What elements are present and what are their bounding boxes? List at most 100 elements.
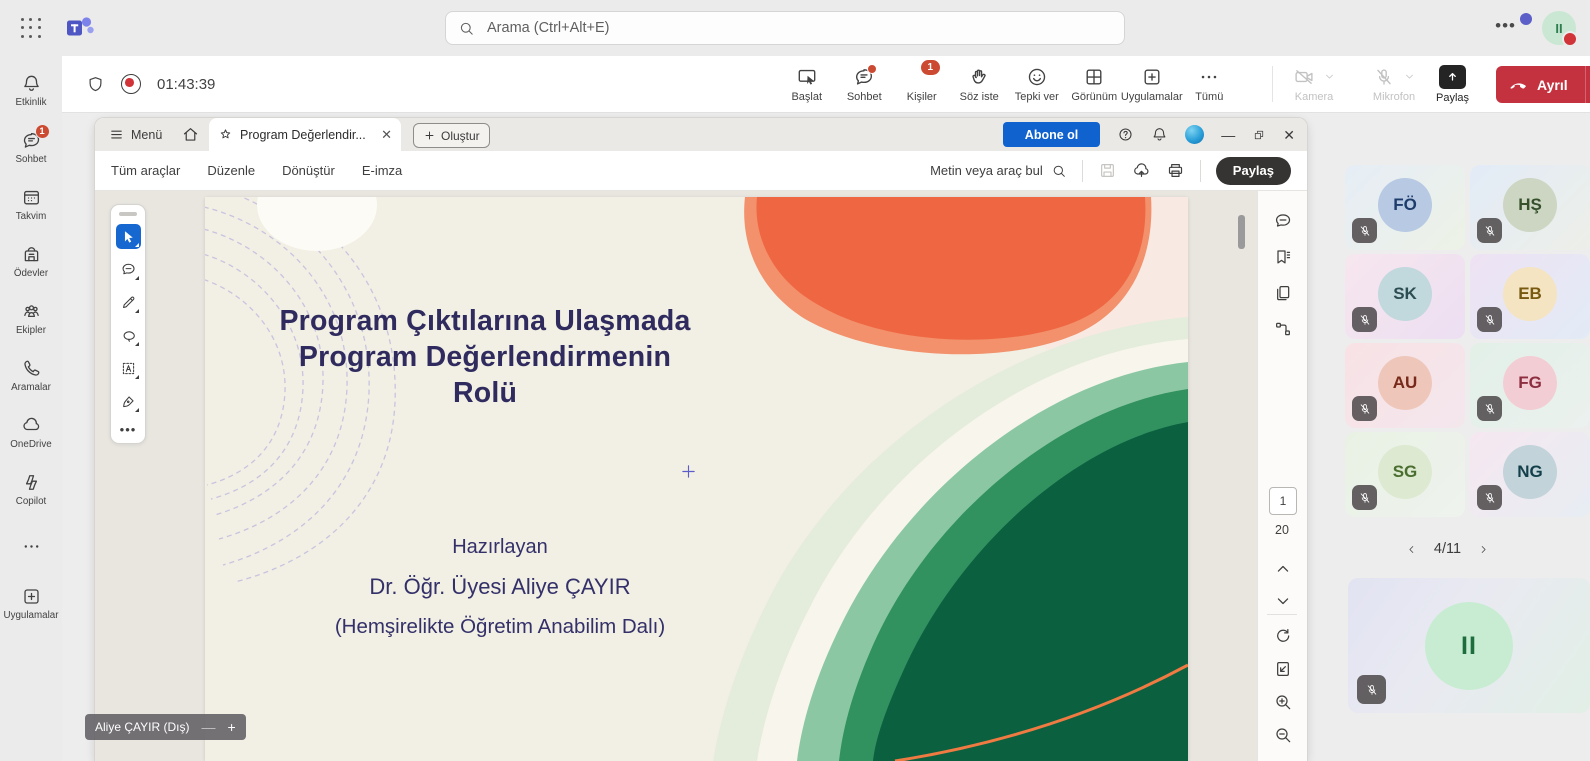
tab-close-icon[interactable]: ✕ — [381, 128, 392, 141]
mic-off-icon — [1358, 491, 1372, 505]
slide-byline-line: Dr. Öğr. Üyesi Aliye ÇAYIR — [225, 567, 775, 607]
share-zoom-out-button[interactable]: — — [201, 720, 215, 734]
text-select-tool-button[interactable] — [116, 356, 141, 381]
sidebar-item-uygulamalar[interactable]: Uygulamalar — [0, 575, 62, 632]
participant-tile-hş[interactable]: HŞ — [1470, 165, 1590, 250]
zoom-out-button[interactable] — [1273, 725, 1293, 745]
lasso-tool-button[interactable] — [116, 323, 141, 348]
pdf-account-avatar[interactable] — [1185, 125, 1204, 144]
share-zoom-in-button[interactable]: + — [227, 720, 235, 734]
share-screen-button[interactable]: Paylaş — [1436, 56, 1469, 112]
leave-button[interactable]: Ayrıl — [1496, 66, 1590, 103]
meeting-button-başlat[interactable]: Başlat — [778, 66, 836, 103]
pdf-menu-dönüştür[interactable]: Dönüştür — [282, 163, 335, 178]
meeting-button-label: Söz iste — [960, 91, 999, 103]
next-page-button[interactable] — [1273, 591, 1293, 611]
page-thumbnails-button[interactable] — [1273, 283, 1293, 303]
sidebar-item-takvim[interactable]: Takvim — [0, 176, 62, 233]
profile-avatar[interactable]: II — [1542, 11, 1576, 45]
select-tool-button[interactable] — [116, 224, 141, 249]
palette-drag-handle[interactable] — [119, 212, 137, 216]
participant-tile-ng[interactable]: NG — [1470, 432, 1590, 517]
pdf-app-window: Menü Program Değerlendir... ✕ Oluştur Ab… — [95, 118, 1307, 761]
sidebar-item-sohbet[interactable]: 1Sohbet — [0, 119, 62, 176]
window-close-button[interactable]: ✕ — [1283, 128, 1295, 142]
sidebar-item-aramalar[interactable]: Aramalar — [0, 347, 62, 404]
leave-options-chevron[interactable] — [1585, 66, 1590, 103]
sidebar-item-onedrive[interactable]: OneDrive — [0, 404, 62, 461]
subscribe-button[interactable]: Abone ol — [1003, 122, 1100, 147]
pdf-menu-e-imza[interactable]: E-imza — [362, 163, 402, 178]
phone-icon — [21, 358, 42, 379]
microphone-button[interactable]: Mikrofon — [1354, 56, 1434, 112]
sidebar-item-ödevler[interactable]: Ödevler — [0, 233, 62, 290]
comment-tool-button[interactable] — [116, 257, 141, 282]
previous-page-button[interactable] — [1273, 559, 1293, 579]
pdf-share-button[interactable]: Paylaş — [1216, 157, 1291, 185]
pdf-menu-tüm-araçlar[interactable]: Tüm araçlar — [111, 163, 180, 178]
pdf-document-tab[interactable]: Program Değerlendir... ✕ — [209, 118, 401, 151]
vertical-scrollbar-thumb[interactable] — [1238, 215, 1245, 249]
chevron-left-icon[interactable] — [1405, 543, 1418, 556]
participant-tile-au[interactable]: AU — [1345, 343, 1465, 428]
search-input[interactable] — [485, 19, 1112, 37]
pdf-create-button[interactable]: Oluştur — [413, 123, 490, 148]
notifications-bell-icon[interactable] — [1151, 126, 1168, 143]
palette-more-tools[interactable]: ••• — [120, 422, 137, 437]
star-icon[interactable] — [218, 127, 233, 142]
rail-divider — [1267, 614, 1297, 615]
meeting-button-tepki-ver[interactable]: Tepki ver — [1008, 66, 1066, 103]
pdf-home-button[interactable] — [181, 125, 200, 144]
sidebar-item-ekipler[interactable]: Ekipler — [0, 290, 62, 347]
meeting-button-söz-iste[interactable]: Söz iste — [951, 66, 1009, 103]
window-restore-button[interactable] — [1252, 128, 1266, 142]
mic-off-icon — [1358, 224, 1372, 238]
more-options-icon[interactable]: ••• — [1495, 17, 1516, 40]
slide-title: Program Çıktılarına UlaşmadaProgram Değe… — [225, 303, 745, 411]
fit-page-button[interactable] — [1273, 659, 1293, 679]
print-button[interactable] — [1166, 161, 1185, 180]
participant-tile-sk[interactable]: SK — [1345, 254, 1465, 339]
organize-pages-button[interactable] — [1273, 319, 1293, 339]
people-icon: 1 — [911, 66, 933, 88]
chevron-down-icon[interactable] — [1403, 70, 1416, 83]
save-button[interactable] — [1098, 161, 1117, 180]
participant-tile-fö[interactable]: FÖ — [1345, 165, 1465, 250]
page-number-input[interactable]: 1 — [1269, 487, 1297, 515]
app-launcher-waffle-icon[interactable] — [20, 17, 42, 39]
meeting-button-uygulamalar[interactable]: Uygulamalar — [1123, 66, 1181, 103]
teams-meeting-screen: ••• II 01:43:39 BaşlatSohbet1KişilerSöz … — [0, 0, 1590, 761]
pen-tool-button[interactable] — [116, 290, 141, 315]
chevron-right-icon[interactable] — [1477, 543, 1490, 556]
recording-icon — [121, 74, 141, 94]
spotlight-participant-tile[interactable]: II — [1348, 578, 1590, 713]
chevron-down-icon[interactable] — [1323, 70, 1336, 83]
camera-button[interactable]: Kamera — [1274, 56, 1354, 112]
avatar: FG — [1503, 356, 1557, 410]
meeting-button-sohbet[interactable]: Sohbet — [836, 66, 894, 103]
rotate-page-button[interactable] — [1273, 626, 1293, 646]
fill-sign-tool-button[interactable] — [116, 389, 141, 414]
bookmarks-panel-button[interactable] — [1273, 247, 1293, 267]
participant-tile-sg[interactable]: SG — [1345, 432, 1465, 517]
comments-panel-button[interactable] — [1273, 211, 1293, 231]
pdf-menu-button[interactable]: Menü — [109, 118, 162, 151]
shield-icon[interactable] — [86, 75, 105, 94]
help-icon[interactable] — [1117, 126, 1134, 143]
page-current: 1 — [1280, 494, 1287, 508]
pdf-right-rail: 1 20 — [1257, 191, 1307, 761]
sidebar-item-etkinlik[interactable]: Etkinlik — [0, 62, 62, 119]
sidebar-item-copilot[interactable]: Copilot — [0, 461, 62, 518]
participant-tile-fg[interactable]: FG — [1470, 343, 1590, 428]
sidebar-item-more[interactable] — [0, 518, 62, 575]
participant-tile-eb[interactable]: EB — [1470, 254, 1590, 339]
meeting-button-görünüm[interactable]: Görünüm — [1066, 66, 1124, 103]
sidebar-item-label: Copilot — [16, 496, 47, 507]
zoom-in-button[interactable] — [1273, 692, 1293, 712]
window-minimize-button[interactable]: — — [1221, 128, 1235, 142]
upload-cloud-button[interactable] — [1132, 161, 1151, 180]
pdf-menu-düzenle[interactable]: Düzenle — [207, 163, 255, 178]
meeting-button-tümü[interactable]: Tümü — [1181, 66, 1239, 103]
meeting-button-kişiler[interactable]: 1Kişiler — [893, 66, 951, 103]
find-tool-button[interactable]: Metin veya araç bul — [930, 163, 1067, 179]
